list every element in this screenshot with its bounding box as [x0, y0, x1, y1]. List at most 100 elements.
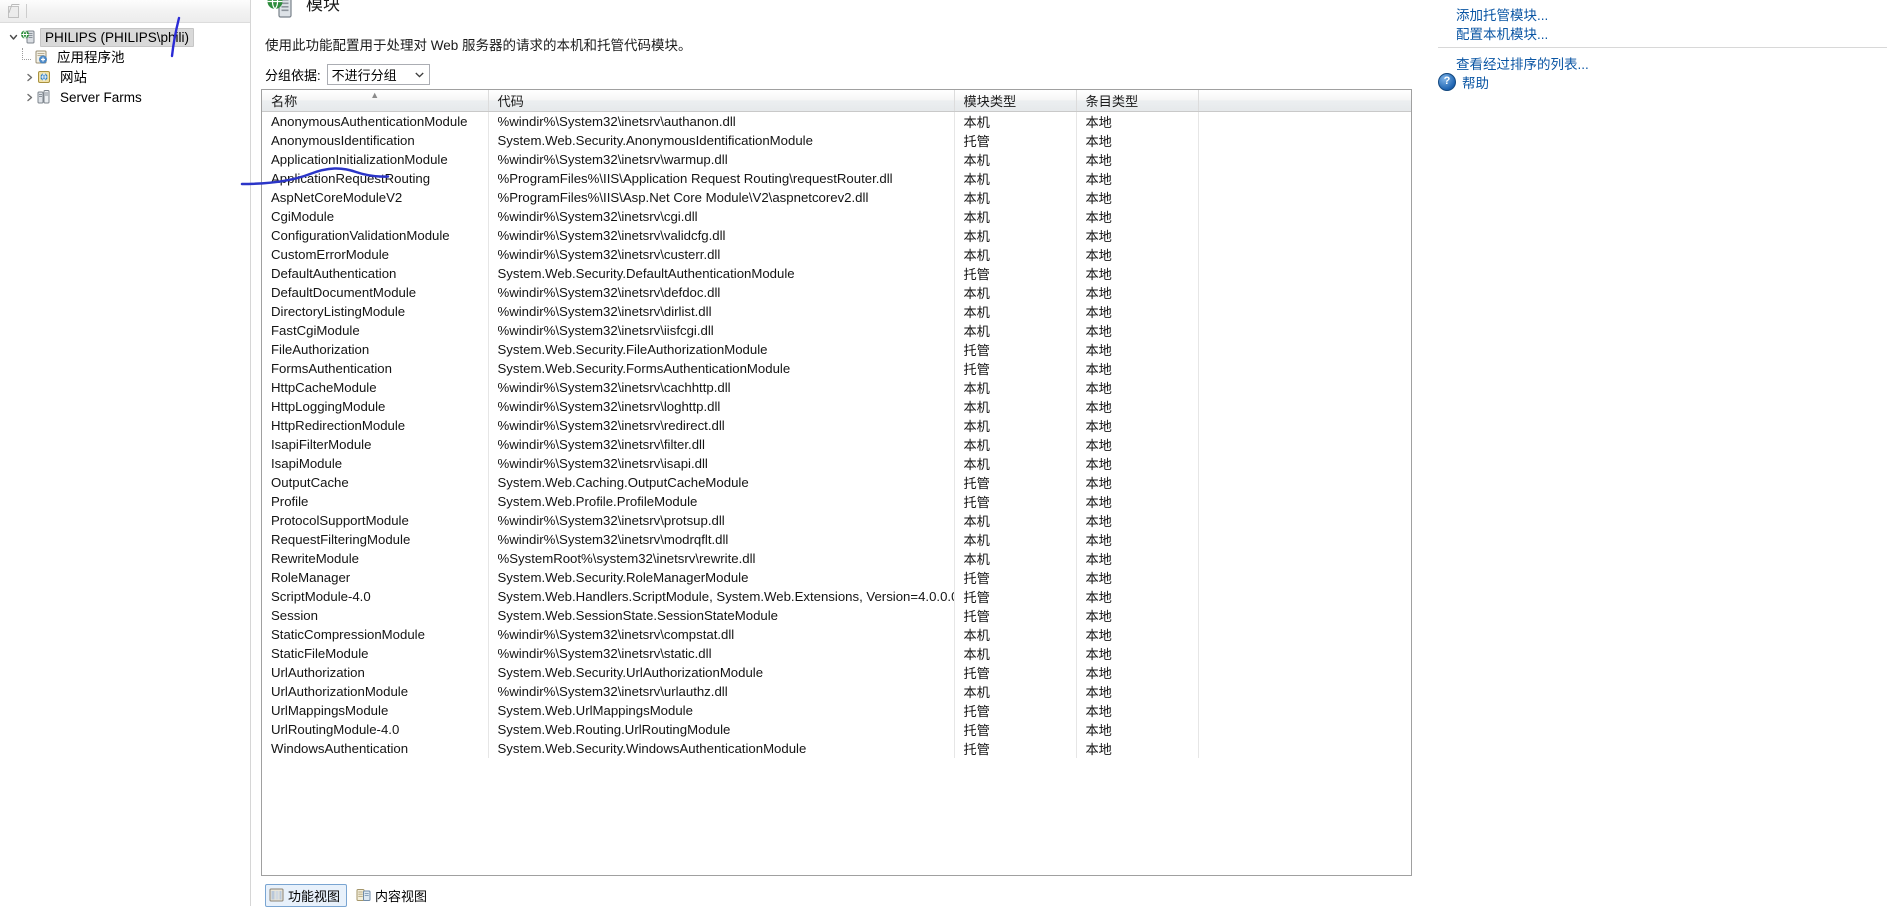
cell-entry-type: 本地 — [1076, 321, 1199, 340]
chevron-down-icon[interactable] — [6, 30, 20, 44]
cell-entry-type: 本地 — [1076, 720, 1199, 739]
view-tabs: 功能视图 内容视图 — [261, 883, 1412, 907]
cell-code: %windir%\System32\inetsrv\validcfg.dll — [488, 226, 955, 245]
table-row[interactable]: AnonymousAuthenticationModule %windir%\Sy… — [262, 111, 1411, 131]
cell-filler — [1198, 226, 1411, 245]
cell-code: System.Web.SessionState.SessionStateModu… — [488, 606, 955, 625]
tree-item-server-farms-label[interactable]: Server Farms — [56, 89, 146, 106]
cell-name: CgiModule — [262, 207, 489, 226]
cell-code: %windir%\System32\inetsrv\urlauthz.dll — [488, 682, 955, 701]
cell-entry-type: 本地 — [1076, 663, 1199, 682]
cell-code: System.Web.Handlers.ScriptModule, System… — [488, 587, 955, 606]
column-header-code[interactable]: 代码 — [488, 90, 955, 112]
tab-content-view[interactable]: 内容视图 — [353, 885, 433, 906]
table-row[interactable]: AspNetCoreModuleV2 %ProgramFiles%\IIS\Asp… — [262, 188, 1411, 207]
column-header-module-type-label: 模块类型 — [963, 94, 1017, 109]
modules-grid[interactable]: 名称 ▲ 代码 模块类型 条目类型 AnonymousAuthenticatio… — [261, 89, 1412, 876]
cell-name: Profile — [262, 492, 489, 511]
table-row[interactable]: UrlAuthorization System.Web.Security.UrlA… — [262, 663, 1411, 682]
chevron-right-icon[interactable] — [22, 90, 36, 104]
table-row[interactable]: RequestFilteringModule %windir%\System32\… — [262, 530, 1411, 549]
chevron-down-icon[interactable] — [412, 66, 427, 83]
tab-features-view[interactable]: 功能视图 — [265, 883, 348, 907]
table-row[interactable]: HttpRedirectionModule %windir%\System32\i… — [262, 416, 1411, 435]
cell-code: %windir%\System32\inetsrv\cachhttp.dll — [488, 378, 955, 397]
tree-item-server-label[interactable]: PHILIPS (PHILIPS\phili) — [40, 27, 195, 47]
cell-entry-type: 本地 — [1076, 701, 1199, 720]
content-view-icon — [356, 888, 371, 902]
table-row[interactable]: FastCgiModule %windir%\System32\inetsrv\i… — [262, 321, 1411, 340]
back-navigation-icon[interactable] — [6, 4, 20, 18]
table-row[interactable]: HttpLoggingModule %windir%\System32\inets… — [262, 397, 1411, 416]
cell-filler — [1198, 701, 1411, 720]
tree-item-application-pools-label[interactable]: 应用程序池 — [53, 49, 129, 66]
tree-item-sites[interactable]: 网站 — [0, 67, 250, 87]
table-row[interactable]: FileAuthorization System.Web.Security.Fil… — [262, 340, 1411, 359]
tree-item-server-farms[interactable]: Server Farms — [0, 87, 250, 107]
cell-filler — [1198, 416, 1411, 435]
tree-item-application-pools[interactable]: 应用程序池 — [0, 47, 250, 67]
table-row[interactable]: OutputCache System.Web.Caching.OutputCach… — [262, 473, 1411, 492]
modules-table: 名称 ▲ 代码 模块类型 条目类型 AnonymousAuthenticatio… — [262, 90, 1411, 758]
group-by-select[interactable]: 不进行分组 — [326, 64, 430, 85]
table-row[interactable]: Profile System.Web.Profile.ProfileModule 托… — [262, 492, 1411, 511]
table-row[interactable]: WindowsAuthentication System.Web.Security… — [262, 739, 1411, 758]
cell-module-type: 托管 — [954, 492, 1077, 511]
table-row[interactable]: DirectoryListingModule %windir%\System32\… — [262, 302, 1411, 321]
cell-filler — [1198, 131, 1411, 150]
column-header-module-type[interactable]: 模块类型 — [954, 90, 1077, 112]
column-header-entry-type[interactable]: 条目类型 — [1076, 90, 1199, 112]
cell-filler — [1198, 492, 1411, 511]
cell-filler — [1198, 473, 1411, 492]
table-row[interactable]: ApplicationRequestRouting %ProgramFiles%\… — [262, 169, 1411, 188]
table-row[interactable]: ConfigurationValidationModule %windir%\Sy… — [262, 226, 1411, 245]
action-add-managed-module[interactable]: 添加托管模块... — [1438, 4, 1887, 23]
table-row[interactable]: ScriptModule-4.0 System.Web.Handlers.Scri… — [262, 587, 1411, 606]
cell-entry-type: 本地 — [1076, 511, 1199, 530]
table-row[interactable]: DefaultAuthentication System.Web.Security… — [262, 264, 1411, 283]
features-view-icon — [269, 888, 284, 902]
cell-entry-type: 本地 — [1076, 682, 1199, 701]
table-row[interactable]: FormsAuthentication System.Web.Security.F… — [262, 359, 1411, 378]
sort-ascending-icon: ▲ — [370, 90, 380, 100]
cell-module-type: 托管 — [954, 587, 1077, 606]
table-row[interactable]: CgiModule %windir%\System32\inetsrv\cgi.d… — [262, 207, 1411, 226]
cell-module-type: 本机 — [954, 283, 1077, 302]
table-row[interactable]: HttpCacheModule %windir%\System32\inetsrv… — [262, 378, 1411, 397]
table-row[interactable]: UrlAuthorizationModule %windir%\System32\… — [262, 682, 1411, 701]
action-help[interactable]: ? 帮助 — [1438, 72, 1887, 91]
table-row[interactable]: ApplicationInitializationModule %windir%\… — [262, 150, 1411, 169]
table-row[interactable]: RoleManager System.Web.Security.RoleManag… — [262, 568, 1411, 587]
table-row[interactable]: UrlRoutingModule-4.0 System.Web.Routing.U… — [262, 720, 1411, 739]
tree-item-server[interactable]: PHILIPS (PHILIPS\phili) — [0, 27, 250, 47]
table-row[interactable]: DefaultDocumentModule %windir%\System32\i… — [262, 283, 1411, 302]
cell-code: %windir%\System32\inetsrv\isapi.dll — [488, 454, 955, 473]
cell-name: ApplicationRequestRouting — [262, 169, 489, 188]
table-row[interactable]: RewriteModule %SystemRoot%\system32\inets… — [262, 549, 1411, 568]
action-configure-native-modules[interactable]: 配置本机模块... — [1438, 23, 1887, 42]
cell-entry-type: 本地 — [1076, 549, 1199, 568]
cell-entry-type: 本地 — [1076, 207, 1199, 226]
cell-module-type: 本机 — [954, 111, 1077, 131]
connections-tree[interactable]: PHILIPS (PHILIPS\phili) 应用程序池 网站 Server … — [0, 23, 250, 107]
table-row[interactable]: IsapiFilterModule %windir%\System32\inets… — [262, 435, 1411, 454]
table-row[interactable]: CustomErrorModule %windir%\System32\inets… — [262, 245, 1411, 264]
cell-code: %SystemRoot%\system32\inetsrv\rewrite.dl… — [488, 549, 955, 568]
table-row[interactable]: ProtocolSupportModule %windir%\System32\i… — [262, 511, 1411, 530]
table-row[interactable]: UrlMappingsModule System.Web.UrlMappingsM… — [262, 701, 1411, 720]
cell-name: RoleManager — [262, 568, 489, 587]
column-header-name[interactable]: 名称 ▲ — [262, 90, 489, 112]
table-row[interactable]: StaticFileModule %windir%\System32\inetsr… — [262, 644, 1411, 663]
tree-item-sites-label[interactable]: 网站 — [56, 69, 91, 86]
cell-module-type: 本机 — [954, 416, 1077, 435]
cell-name: HttpRedirectionModule — [262, 416, 489, 435]
chevron-right-icon[interactable] — [22, 70, 36, 84]
table-row[interactable]: IsapiModule %windir%\System32\inetsrv\isa… — [262, 454, 1411, 473]
cell-name: CustomErrorModule — [262, 245, 489, 264]
action-view-ordered-list[interactable]: 查看经过排序的列表... — [1438, 53, 1887, 72]
cell-module-type: 本机 — [954, 188, 1077, 207]
table-row[interactable]: StaticCompressionModule %windir%\System32… — [262, 625, 1411, 644]
cell-code: System.Web.Security.WindowsAuthenticatio… — [488, 739, 955, 758]
table-row[interactable]: AnonymousIdentification System.Web.Securi… — [262, 131, 1411, 150]
table-row[interactable]: Session System.Web.SessionState.SessionSt… — [262, 606, 1411, 625]
